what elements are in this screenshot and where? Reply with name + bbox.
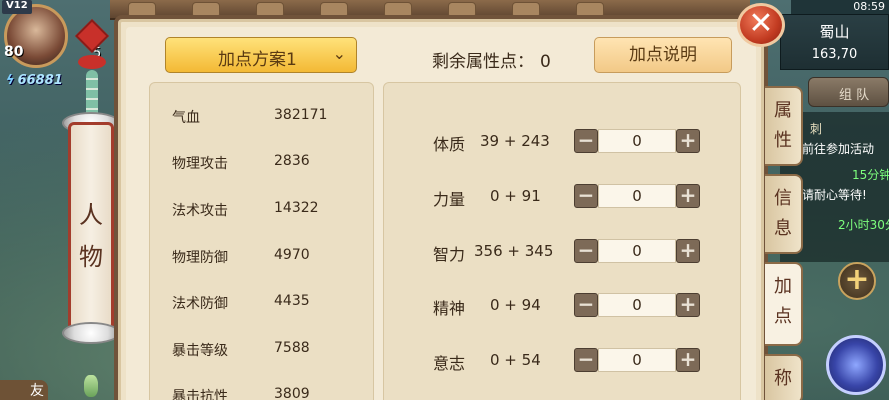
stat-label: 气血 — [172, 110, 200, 126]
tab-label: 称 — [774, 368, 792, 389]
expand-plus-icon[interactable]: + — [838, 262, 876, 300]
chevron-down-icon: ⌄ — [332, 44, 346, 63]
increase-button[interactable]: + — [676, 184, 700, 208]
quest-line: 2小时30分 — [838, 218, 889, 232]
tab-label: 息 — [774, 218, 792, 239]
attribute-base: 0 + 91 — [490, 187, 541, 205]
increase-button[interactable]: + — [676, 129, 700, 153]
friends-button[interactable]: 友 — [0, 380, 48, 400]
stat-label: 法术防御 — [172, 296, 228, 312]
quest-line: 前往参加活动 — [802, 142, 875, 156]
attribute-row: 智力 356 + 345 − 0 + — [384, 238, 742, 264]
stat-label: 暴击等级 — [172, 343, 228, 359]
attribute-base: 0 + 54 — [490, 351, 541, 369]
stat-label: 物理防御 — [172, 250, 228, 266]
quest-line: 请耐心等待! — [802, 188, 867, 202]
combat-power-value: 66881 — [17, 73, 63, 88]
combat-power: ϟ 66881 — [6, 73, 63, 88]
attribute-base: 356 + 345 — [474, 242, 554, 260]
tab-label: 加 — [774, 276, 792, 297]
attribute-row: 精神 0 + 94 − 0 + — [384, 292, 742, 318]
tab-title[interactable]: 称 — [765, 354, 803, 400]
vip-badge: V12 — [2, 0, 32, 14]
stat-label: 物理攻击 — [172, 156, 228, 172]
tab-info[interactable]: 信 息 — [765, 174, 803, 254]
tab-label: 信 — [774, 188, 792, 209]
player-level: 80 — [4, 44, 24, 60]
stat-value: 382171 — [274, 107, 328, 123]
character-tab-label-1: 人 — [79, 201, 103, 229]
tab-attributes[interactable]: 属 性 — [765, 86, 803, 166]
character-tab[interactable]: 人 物 — [68, 122, 114, 330]
tab-label: 属 — [774, 100, 792, 121]
location-name: 蜀山 — [819, 23, 850, 41]
stats-list: 气血 382171 物理攻击 2836 法术攻击 14322 物理防御 4970 法术防… — [149, 82, 374, 400]
increase-button[interactable]: + — [676, 239, 700, 263]
attribute-row: 体质 39 + 243 − 0 + — [384, 128, 742, 154]
stat-value: 4435 — [274, 293, 310, 309]
attribute-allocation: 体质 39 + 243 − 0 + 力量 0 + 91 − 0 + 智力 356… — [383, 82, 741, 400]
help-button[interactable]: 加点说明 — [594, 37, 732, 73]
close-icon[interactable]: ✕ — [737, 3, 785, 47]
attribute-row: 意志 0 + 54 − 0 + — [384, 347, 742, 373]
increase-button[interactable]: + — [676, 293, 700, 317]
attribute-label: 智力 — [433, 245, 466, 264]
plan-dropdown[interactable]: 加点方案1 ⌄ — [165, 37, 357, 73]
attribute-base: 39 + 243 — [480, 132, 550, 150]
tab-label: 点 — [774, 306, 792, 327]
points-input[interactable]: 0 — [598, 184, 676, 208]
scroll-cap-bottom — [62, 322, 120, 344]
decrease-button[interactable]: − — [574, 293, 598, 317]
character-tab-label-2: 物 — [79, 243, 103, 271]
location-coords: 163,70 — [811, 47, 858, 62]
remaining-points: 剩余属性点： 0 — [432, 47, 551, 72]
attribute-label: 力量 — [433, 190, 466, 209]
knot-tassel-icon — [78, 55, 106, 69]
tab-label: 性 — [774, 130, 792, 151]
points-input[interactable]: 0 — [598, 348, 676, 372]
attribute-base: 0 + 94 — [490, 296, 541, 314]
increase-button[interactable]: + — [676, 348, 700, 372]
points-input[interactable]: 0 — [598, 293, 676, 317]
jade-pendant-icon — [84, 375, 98, 397]
points-input[interactable]: 0 — [598, 129, 676, 153]
stat-value: 2836 — [274, 153, 310, 169]
attribute-label: 精神 — [433, 299, 466, 318]
quest-line: 刺 — [810, 122, 823, 136]
skill-orb-icon[interactable] — [826, 335, 886, 395]
team-button[interactable]: 组 队 — [808, 77, 889, 107]
quest-line: 15分钟 — [852, 168, 889, 182]
plan-dropdown-label: 加点方案1 — [218, 50, 297, 70]
friends-label: 友 — [30, 383, 44, 399]
power-icon: ϟ — [6, 73, 15, 88]
attribute-label: 体质 — [433, 135, 466, 154]
remaining-points-label: 剩余属性点： — [432, 52, 534, 72]
stat-value: 7588 — [274, 340, 310, 356]
remaining-points-value: 0 — [540, 52, 551, 72]
stat-value: 14322 — [274, 200, 319, 216]
points-input[interactable]: 0 — [598, 239, 676, 263]
minimap[interactable]: 蜀山 163,70 — [780, 14, 889, 70]
stat-label: 法术攻击 — [172, 203, 228, 219]
clock: 08:59 — [791, 0, 889, 14]
stat-value: 4970 — [274, 247, 310, 263]
attribute-row: 力量 0 + 91 − 0 + — [384, 183, 742, 209]
stat-value: 3809 — [274, 386, 310, 400]
decrease-button[interactable]: − — [574, 184, 598, 208]
tab-add-points[interactable]: 加 点 — [765, 262, 803, 346]
decrease-button[interactable]: − — [574, 129, 598, 153]
decrease-button[interactable]: − — [574, 348, 598, 372]
decrease-button[interactable]: − — [574, 239, 598, 263]
attribute-label: 意志 — [433, 354, 466, 373]
stat-label: 暴击抗性 — [172, 389, 228, 400]
